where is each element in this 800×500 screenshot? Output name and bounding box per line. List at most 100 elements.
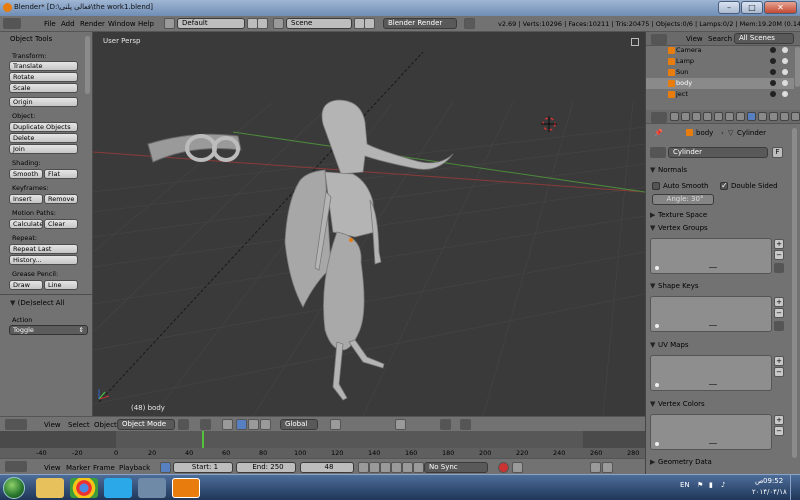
remove-keyframe-button[interactable]: Remove	[44, 194, 78, 204]
jump-end-icon[interactable]	[413, 462, 424, 473]
panel-normals-header[interactable]: ▼ Normals	[650, 166, 790, 177]
outliner-item-lamp[interactable]: Lamp	[646, 56, 794, 67]
eye-icon[interactable]	[770, 69, 776, 75]
editor-type-timeline-icon[interactable]	[5, 461, 27, 472]
remove-shape-key-button[interactable]: −	[774, 308, 784, 318]
timeline-menu-frame[interactable]: Frame	[93, 464, 115, 472]
list-resize-grip[interactable]	[709, 267, 717, 268]
line-button[interactable]: Line	[44, 280, 78, 290]
tray-volume-icon[interactable]: ♪	[721, 481, 725, 489]
delete-keyframe-icon[interactable]	[602, 462, 613, 473]
menu-add[interactable]: Add	[61, 20, 75, 28]
translate-button[interactable]: Translate	[9, 61, 78, 71]
tab-scene-icon[interactable]	[692, 112, 701, 121]
opengl-render-icon[interactable]	[460, 419, 471, 430]
menu-help[interactable]: Help	[138, 20, 154, 28]
snap-icon[interactable]	[440, 419, 451, 430]
tab-particles-icon[interactable]	[780, 112, 789, 121]
calculate-paths-button[interactable]: Calculate	[9, 219, 43, 229]
screen-layout-icon[interactable]	[164, 18, 175, 29]
menu-object[interactable]: Object	[94, 421, 117, 429]
repeat-last-button[interactable]: Repeat Last	[9, 244, 78, 254]
tab-texture-icon[interactable]	[769, 112, 778, 121]
translate-manipulator-icon[interactable]	[236, 419, 247, 430]
start-button[interactable]	[3, 477, 25, 499]
3d-cursor-icon[interactable]	[541, 116, 557, 132]
timeline-menu-marker[interactable]: Marker	[66, 464, 90, 472]
lock-layers-icon[interactable]	[395, 419, 406, 430]
list-resize-grip[interactable]	[709, 384, 717, 385]
draw-button[interactable]: Draw	[9, 280, 43, 290]
list-resize-grip[interactable]	[709, 443, 717, 444]
pin-icon[interactable]: 📌	[654, 129, 663, 137]
panel-vertex-groups-header[interactable]: ▼ Vertex Groups	[650, 224, 790, 235]
blender-taskbar-icon[interactable]	[172, 478, 200, 498]
outliner-menu-search[interactable]: Search	[708, 35, 732, 43]
tab-material-icon[interactable]	[758, 112, 767, 121]
tray-network-icon[interactable]: ▮	[709, 481, 713, 489]
outliner-menu-view[interactable]: View	[686, 35, 703, 43]
transform-orientation-select[interactable]: Global	[280, 419, 318, 430]
outliner-item-body[interactable]: body	[646, 78, 794, 89]
vertex-colors-list[interactable]	[650, 414, 772, 450]
mesh-datablock-icon[interactable]	[650, 147, 666, 158]
tab-world-icon[interactable]	[703, 112, 712, 121]
outliner-item-ject[interactable]: ject	[646, 89, 794, 100]
editor-type-properties-icon[interactable]	[651, 112, 667, 123]
chrome-icon[interactable]	[70, 478, 98, 498]
insert-keyframe-button[interactable]: Insert	[9, 194, 43, 204]
object-mode-select[interactable]: Object Mode	[117, 419, 175, 430]
panel-texture-space-header[interactable]: ▶ Texture Space	[650, 211, 790, 222]
add-uv-map-button[interactable]: +	[774, 356, 784, 366]
operator-panel-title[interactable]: ▼ (De)select All	[10, 299, 64, 307]
timeline-ruler[interactable]: -40 -20 0 20 40 60 80 100 120 140 160 18…	[0, 448, 645, 458]
render-icon[interactable]	[782, 69, 788, 75]
explorer-icon[interactable]	[36, 478, 64, 498]
character-body-object[interactable]	[284, 99, 454, 401]
vertex-groups-list[interactable]	[650, 238, 772, 274]
scene-icon[interactable]	[273, 18, 284, 29]
end-frame-field[interactable]: End: 250	[236, 462, 296, 473]
double-sided-checkbox[interactable]	[720, 181, 728, 190]
clock-time[interactable]: 09:52	[763, 477, 783, 485]
record-icon[interactable]	[498, 462, 509, 473]
remove-uv-map-button[interactable]: −	[774, 367, 784, 377]
flat-button[interactable]: Flat	[44, 169, 78, 179]
tab-physics-icon[interactable]	[791, 112, 800, 121]
eye-icon[interactable]	[770, 91, 776, 97]
outliner-item-camera[interactable]: Camera	[646, 45, 794, 56]
timeline-menu-playback[interactable]: Playback	[119, 464, 150, 472]
timeline-menu-view[interactable]: View	[44, 464, 61, 472]
render-icon[interactable]	[782, 58, 788, 64]
preview-range-icon[interactable]	[160, 462, 171, 473]
maximize-button[interactable]: □	[741, 1, 763, 14]
render-icon[interactable]	[782, 80, 788, 86]
current-frame-indicator[interactable]	[202, 431, 204, 448]
join-button[interactable]: Join	[9, 144, 78, 154]
layer-buttons-icon[interactable]	[330, 419, 341, 430]
jump-keyframe-back-icon[interactable]	[369, 462, 380, 473]
network-app-icon[interactable]	[138, 478, 166, 498]
language-indicator[interactable]: EN	[680, 481, 690, 489]
menu-window[interactable]: Window	[108, 20, 136, 28]
outliner-display-mode-select[interactable]: All Scenes	[734, 33, 794, 44]
mesh-name-field[interactable]: Cylinder	[668, 147, 768, 158]
skype-icon[interactable]	[104, 478, 132, 498]
render-icon[interactable]	[782, 91, 788, 97]
render-engine-select[interactable]: Blender Render	[383, 18, 457, 29]
list-resize-grip[interactable]	[709, 325, 717, 326]
insert-keyframe-icon[interactable]	[590, 462, 601, 473]
fake-user-button[interactable]: F	[772, 147, 783, 158]
properties-scrollbar[interactable]	[792, 128, 797, 458]
uv-maps-list[interactable]	[650, 355, 772, 391]
sync-mode-select[interactable]: No Sync	[424, 462, 488, 473]
editor-type-outliner-icon[interactable]	[651, 34, 667, 45]
add-shape-key-button[interactable]: +	[774, 297, 784, 307]
tool-shelf-scrollbar[interactable]	[85, 36, 90, 94]
remove-vertex-group-button[interactable]: −	[774, 250, 784, 260]
origin-button[interactable]: Origin	[9, 97, 78, 107]
action-select[interactable]: Toggle ⇕	[9, 325, 88, 335]
render-icon[interactable]	[782, 47, 788, 53]
play-icon[interactable]	[391, 462, 402, 473]
keying-set-icon[interactable]	[512, 462, 523, 473]
